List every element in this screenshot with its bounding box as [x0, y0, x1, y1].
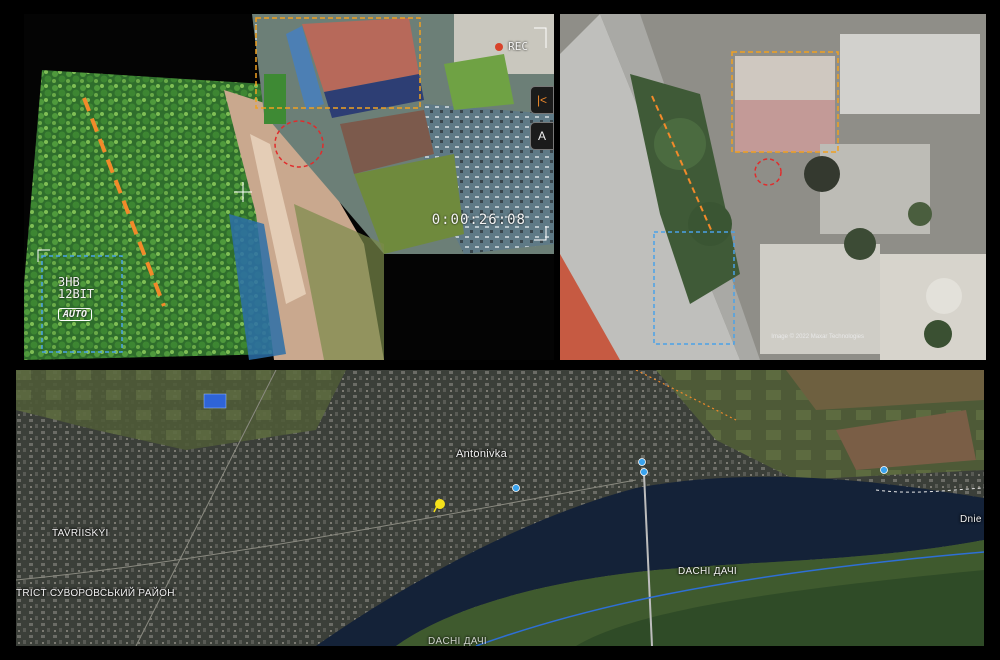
map-label-district: TRICT СУВОРОВСЬКИЙ РАЙОН — [16, 588, 175, 599]
map-label-dachi-bottom: DACHI ДАЧІ — [428, 636, 487, 646]
recording-timer: 0:00:26:08 — [431, 212, 526, 228]
rec-label: REC — [508, 40, 528, 53]
drone-feed-panel: REC 0:00:26:08 3HB 12BIT AUTO |< A — [24, 14, 554, 360]
bit-depth-readout: 3HB 12BIT — [58, 276, 94, 300]
side-button-top[interactable]: |< — [530, 86, 554, 114]
imagery-credit: Image © 2022 Maxar Technologies — [771, 334, 864, 340]
map-label-dachi: DACHI ДАЧІ — [678, 566, 737, 577]
side-button-bottom[interactable]: A — [530, 122, 554, 150]
auto-button[interactable]: AUTO — [58, 308, 93, 321]
rec-indicator: REC — [495, 40, 528, 53]
map-scene — [16, 370, 984, 646]
satellite-scene — [560, 14, 986, 360]
map-point-icon[interactable] — [638, 458, 646, 466]
map-label-antonivka: Antonivka — [456, 448, 508, 460]
drone-footage-scene — [24, 14, 554, 360]
satellite-map-panel: Antonivka TAVRIISKYI TRICT СУВОРОВСЬКИЙ … — [16, 370, 984, 646]
record-dot-icon — [495, 42, 504, 51]
map-point-icon[interactable] — [512, 484, 520, 492]
unit-marker-icon[interactable] — [203, 393, 227, 409]
map-point-icon[interactable] — [880, 466, 888, 474]
map-label-river: Dnie — [960, 514, 982, 525]
map-label-tavriiskyi: TAVRIISKYI — [52, 528, 109, 539]
bit-depth-line2: 12BIT — [58, 287, 95, 301]
map-point-icon[interactable] — [640, 468, 648, 476]
satellite-image-panel: Image © 2022 Maxar Technologies — [560, 14, 986, 360]
